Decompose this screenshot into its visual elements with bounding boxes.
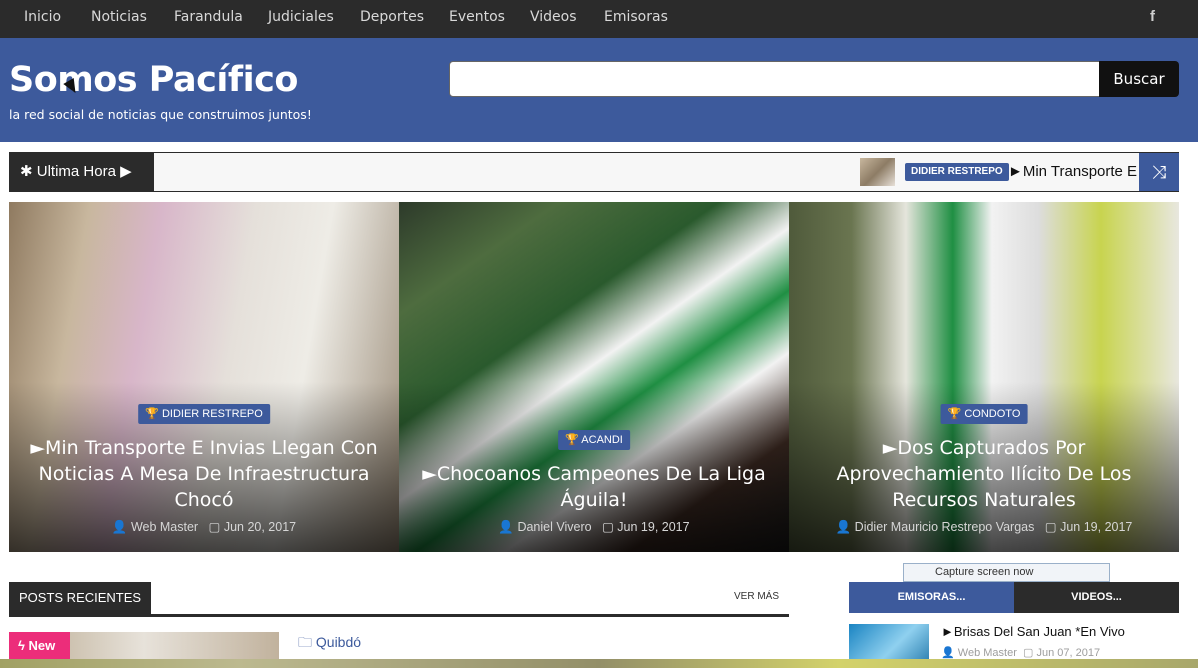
recent-posts-title: POSTS RECIENTES	[9, 582, 152, 614]
featured-category-badge[interactable]: 🏆 ACANDI	[558, 430, 630, 450]
user-icon: 👤	[835, 520, 852, 534]
site-header: Somos Pacífico la red social de noticias…	[0, 38, 1198, 142]
featured-date: Jun 19, 2017	[1060, 520, 1133, 534]
trophy-icon: 🏆	[947, 408, 962, 420]
featured-meta: 👤 Web Master ▢ Jun 20, 2017	[9, 519, 399, 535]
tab-emisoras[interactable]: EMISORAS...	[849, 582, 1014, 613]
featured-title[interactable]: ►Min Transporte E Invias Llegan Con Noti…	[29, 435, 379, 513]
featured-date: Jun 20, 2017	[223, 520, 297, 534]
breaking-news-ticker: ✱ Ultima Hora ▶ DIDIER RESTREPO ►Min Tra…	[9, 152, 1179, 192]
featured-category-label: CONDOTO	[964, 408, 1021, 420]
featured-card[interactable]: 🏆 DIDIER RESTREPO ►Min Transporte E Invi…	[9, 202, 399, 552]
featured-meta: 👤 Didier Mauricio Restrepo Vargas ▢ Jun …	[789, 519, 1179, 535]
post-category[interactable]: 🗀 Quibdó	[298, 632, 361, 656]
nav-item-inicio[interactable]: Inicio	[24, 9, 61, 25]
calendar-icon: ▢	[602, 520, 614, 534]
featured-category-label: ACANDI	[581, 434, 623, 446]
calendar-icon: ▢	[1044, 520, 1057, 534]
sidebar-item-date: Jun 07, 2017	[1036, 647, 1101, 659]
featured-date: Jun 19, 2017	[617, 520, 690, 534]
tab-videos[interactable]: VIDEOS...	[1014, 582, 1179, 613]
featured-title[interactable]: ►Dos Capturados Por Aprovechamiento Ilíc…	[809, 435, 1159, 513]
user-icon: 👤	[111, 520, 128, 534]
trophy-icon: 🏆	[145, 408, 159, 420]
trophy-icon: 🏆	[565, 434, 579, 446]
play-icon: ▶	[120, 163, 132, 180]
new-badge-label: New	[28, 638, 56, 653]
top-navigation: Inicio Noticias Farandula Judiciales Dep…	[0, 0, 1198, 38]
nav-item-farandula[interactable]: Farandula	[174, 9, 243, 25]
ticker-label-text: Ultima Hora	[36, 163, 116, 180]
lightning-icon: ϟ	[18, 638, 25, 653]
post-category-label: Quibdó	[315, 634, 362, 650]
featured-card[interactable]: 🏆 ACANDI ►Chocoanos Campeones De La Liga…	[399, 202, 789, 552]
featured-title[interactable]: ►Chocoanos Campeones De La Liga Águila!	[419, 461, 769, 513]
search-input[interactable]	[449, 61, 1101, 97]
sidebar-item-title[interactable]: ►Brisas Del San Juan *En Vivo	[941, 624, 1125, 639]
facebook-icon[interactable]: f	[1150, 8, 1155, 25]
featured-category-label: DIDIER RESTREPO	[161, 408, 263, 420]
sidebar-item-meta: 👤 Web Master ▢ Jun 07, 2017	[941, 646, 1100, 659]
featured-author: Daniel Vivero	[517, 520, 592, 534]
search-button[interactable]: Buscar	[1099, 61, 1179, 97]
calendar-icon: ▢	[208, 520, 221, 534]
nav-item-deportes[interactable]: Deportes	[360, 9, 424, 25]
ticker-headline[interactable]: ►Min Transporte E	[1008, 153, 1138, 191]
nav-item-noticias[interactable]: Noticias	[91, 9, 147, 25]
recent-posts-header: POSTS RECIENTES VER MÁS	[9, 582, 789, 617]
ticker-category-tag[interactable]: DIDIER RESTREPO	[905, 163, 1009, 181]
pin-icon: ✱	[20, 163, 33, 180]
featured-author: Web Master	[130, 520, 199, 534]
calendar-icon: ▢	[1022, 647, 1034, 659]
site-tagline: la red social de noticias que construimo…	[9, 107, 312, 122]
ticker-thumbnail[interactable]	[860, 158, 895, 186]
ticker-label: ✱ Ultima Hora ▶	[10, 153, 154, 191]
user-icon: 👤	[941, 647, 955, 659]
featured-author: Didier Mauricio Restrepo Vargas	[854, 520, 1035, 534]
sidebar-item-author: Web Master	[957, 647, 1017, 659]
nav-item-eventos[interactable]: Eventos	[449, 9, 505, 25]
nav-item-emisoras[interactable]: Emisoras	[604, 9, 668, 25]
nav-item-judiciales[interactable]: Judiciales	[268, 9, 334, 25]
nav-item-videos[interactable]: Videos	[530, 9, 577, 25]
ver-mas-link[interactable]: VER MÁS	[734, 591, 779, 602]
user-icon: 👤	[498, 520, 514, 534]
featured-category-badge[interactable]: 🏆 DIDIER RESTREPO	[138, 404, 270, 424]
taskbar	[0, 659, 1198, 668]
featured-meta: 👤 Daniel Vivero ▢ Jun 19, 2017	[399, 519, 789, 535]
capture-tooltip: Capture screen now	[903, 563, 1110, 582]
shuffle-icon[interactable]: ⤨	[1139, 153, 1179, 191]
featured-card[interactable]: 🏆 CONDOTO ►Dos Capturados Por Aprovecham…	[789, 202, 1179, 552]
site-logo[interactable]: Somos Pacífico	[9, 60, 298, 100]
folder-icon: 🗀	[298, 634, 312, 650]
new-badge: ϟ New	[9, 632, 70, 660]
featured-category-badge[interactable]: 🏆 CONDOTO	[940, 404, 1028, 424]
